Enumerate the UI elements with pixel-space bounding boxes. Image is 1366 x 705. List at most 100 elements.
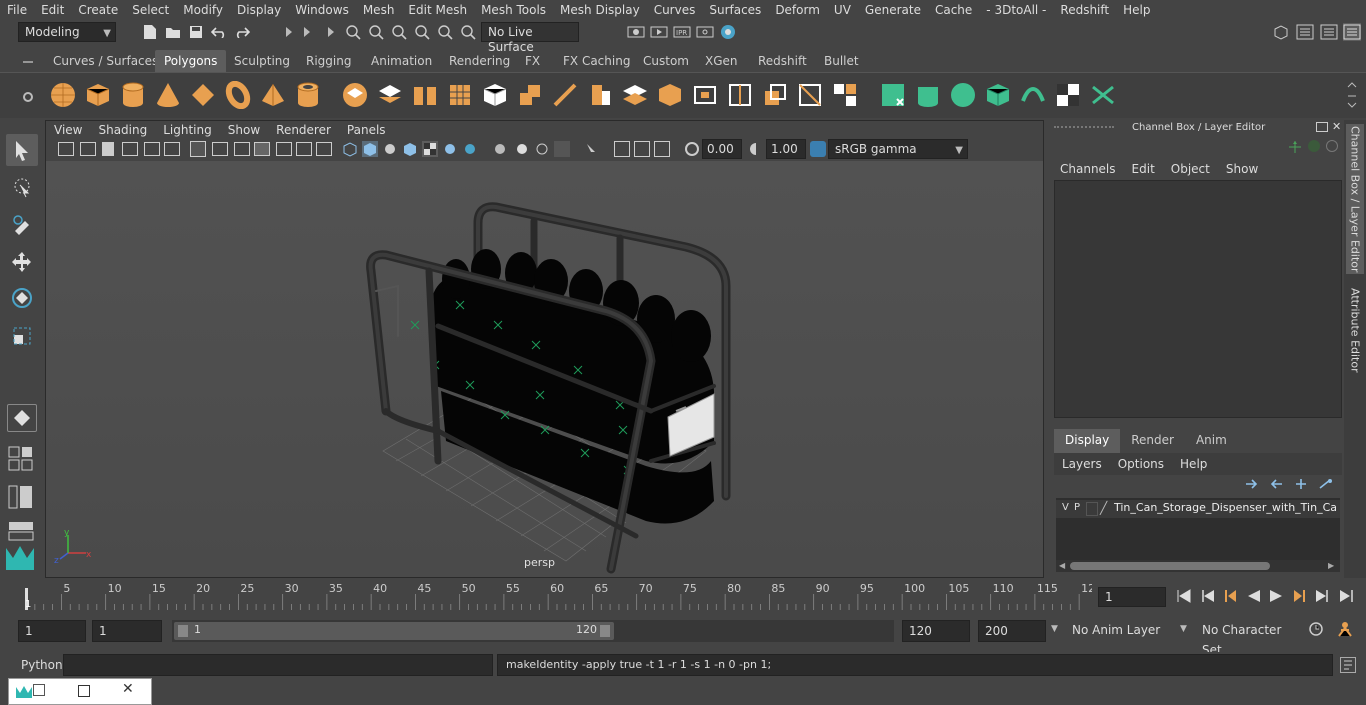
poly-pyramid-icon[interactable] xyxy=(259,81,287,109)
float-panel-icon[interactable] xyxy=(1316,122,1328,132)
uv-editor-icon[interactable] xyxy=(1019,81,1047,109)
snap-curve-icon[interactable] xyxy=(367,23,385,41)
menu-deform[interactable]: Deform xyxy=(768,3,827,17)
side-tab-attribute-editor[interactable]: Attribute Editor xyxy=(1346,280,1364,380)
shelf-tab-rigging[interactable]: Rigging xyxy=(297,50,360,72)
combine-icon[interactable] xyxy=(341,81,369,109)
manipulator-icon[interactable] xyxy=(1288,140,1302,154)
selection-mask-icon[interactable] xyxy=(280,23,298,41)
channel-box-list[interactable] xyxy=(1054,180,1342,418)
shelf-tab-polygons[interactable]: Polygons xyxy=(155,50,227,72)
channel-box-toggle-icon[interactable] xyxy=(1343,23,1361,41)
gamma-field[interactable]: 1.00 xyxy=(766,139,806,159)
open-scene-icon[interactable] xyxy=(164,23,182,41)
menu-redshift[interactable]: Redshift xyxy=(1053,3,1116,17)
ambient-occlusion-icon[interactable] xyxy=(462,141,478,157)
menu-edit[interactable]: Edit xyxy=(34,3,71,17)
snap-point-icon[interactable] xyxy=(390,23,408,41)
poly-plane-icon[interactable] xyxy=(189,81,217,109)
resolution-gate-icon[interactable] xyxy=(234,142,250,156)
layer-name[interactable]: Tin_Can_Storage_Dispenser_with_Tin_Cans xyxy=(1114,501,1338,514)
gate-mask-icon[interactable] xyxy=(254,142,270,156)
camera-select-icon[interactable] xyxy=(58,142,74,156)
viewport-menu-shading[interactable]: Shading xyxy=(90,123,155,137)
motion-blur-icon[interactable] xyxy=(514,141,530,157)
shadows-icon[interactable] xyxy=(442,141,458,157)
merge-icon[interactable] xyxy=(761,81,789,109)
animation-end-field[interactable]: 200 xyxy=(978,620,1046,642)
range-end-grip[interactable] xyxy=(600,625,610,637)
auto-key-icon[interactable] xyxy=(1308,621,1324,637)
smooth-shade-icon[interactable] xyxy=(362,141,378,157)
uv-checker-icon[interactable] xyxy=(1054,81,1082,109)
viewport-menu-panels[interactable]: Panels xyxy=(339,123,394,137)
menu-cache[interactable]: Cache xyxy=(928,3,979,17)
playback-start-field[interactable]: 1 xyxy=(92,620,162,642)
rotate-tool-icon[interactable] xyxy=(6,282,38,314)
insert-edge-loop-icon[interactable] xyxy=(726,81,754,109)
move-layer-down-icon[interactable] xyxy=(1268,478,1284,493)
component-mode-icon[interactable] xyxy=(322,23,340,41)
field-chart-icon[interactable] xyxy=(276,142,292,156)
shelf-tab-xgen[interactable]: XGen xyxy=(696,50,747,72)
automatic-uv-icon[interactable] xyxy=(984,81,1012,109)
layer-playback-toggle[interactable]: P xyxy=(1074,502,1080,513)
safe-title-icon[interactable] xyxy=(316,142,332,156)
shelf-tab-bullet[interactable]: Bullet xyxy=(815,50,868,72)
select-camera-icon[interactable] xyxy=(584,141,600,157)
separate-icon[interactable] xyxy=(376,81,404,109)
default-lighting-icon[interactable] xyxy=(382,141,398,157)
side-tab-channel-box[interactable]: Channel Box / Layer Editor xyxy=(1346,124,1364,274)
step-back-key-icon[interactable] xyxy=(1200,589,1216,606)
viewport-menu-renderer[interactable]: Renderer xyxy=(268,123,339,137)
layer-row[interactable]: V P ╱ Tin_Can_Storage_Dispenser_with_Tin… xyxy=(1056,500,1340,518)
maya-app-icon[interactable] xyxy=(15,684,33,700)
shelf-tab-curves-surfaces[interactable]: Curves / Surfaces xyxy=(44,50,167,72)
scale-tool-icon[interactable] xyxy=(6,320,38,352)
xray-icon[interactable] xyxy=(422,141,438,157)
menu-generate[interactable]: Generate xyxy=(858,3,928,17)
render-view-icon[interactable] xyxy=(627,23,645,41)
menu-mesh-display[interactable]: Mesh Display xyxy=(553,3,647,17)
menu-mesh[interactable]: Mesh xyxy=(356,3,402,17)
append-polygon-icon[interactable] xyxy=(656,81,684,109)
close-icon[interactable]: ✕ xyxy=(122,681,134,697)
grid-toggle-icon[interactable] xyxy=(190,141,206,157)
menu-edit-mesh[interactable]: Edit Mesh xyxy=(401,3,474,17)
character-set-dropdown[interactable]: No Character Set xyxy=(1196,620,1300,657)
target-weld-icon[interactable] xyxy=(796,81,824,109)
wireframe-icon[interactable] xyxy=(342,141,358,157)
script-language-label[interactable]: Python xyxy=(21,658,63,672)
menu-create[interactable]: Create xyxy=(71,3,125,17)
two-sided-lighting-icon[interactable] xyxy=(654,141,670,157)
play-backward-icon[interactable] xyxy=(1246,589,1262,606)
shelf-tab-fx[interactable]: FX xyxy=(516,50,549,72)
hierarchy-mode-icon[interactable] xyxy=(298,23,316,41)
snap-live-icon[interactable] xyxy=(459,23,477,41)
soft-select-icon[interactable] xyxy=(7,404,37,432)
layer-visibility-toggle[interactable]: V xyxy=(1062,502,1069,513)
range-slider-handle[interactable]: 1 120 xyxy=(174,622,614,640)
menu-select[interactable]: Select xyxy=(125,3,176,17)
shelf-menu-icon[interactable] xyxy=(20,54,36,70)
bridge-icon[interactable] xyxy=(621,81,649,109)
live-surface-field[interactable]: No Live Surface xyxy=(481,22,579,54)
layer-list-scrollbar[interactable]: ◀ ▶ xyxy=(1056,560,1340,572)
layer-tab-anim[interactable]: Anim xyxy=(1185,429,1238,453)
viewport-menu-show[interactable]: Show xyxy=(220,123,268,137)
new-empty-layer-icon[interactable] xyxy=(1294,478,1310,493)
color-space-dropdown[interactable]: sRGB gamma ▼ xyxy=(828,139,968,159)
ipr-render-icon[interactable]: IPR xyxy=(673,23,691,41)
color-management-icon[interactable] xyxy=(810,141,826,157)
viewport-menu-lighting[interactable]: Lighting xyxy=(155,123,220,137)
multi-cut-icon[interactable] xyxy=(551,81,579,109)
new-scene-icon[interactable] xyxy=(141,23,159,41)
play-forward-icon[interactable] xyxy=(1268,589,1284,606)
tool-settings-toggle-icon[interactable] xyxy=(1320,23,1338,41)
shelf-tab-rendering[interactable]: Rendering xyxy=(440,50,519,72)
shelf-gear-icon[interactable] xyxy=(20,89,36,105)
poly-cylinder-icon[interactable] xyxy=(119,81,147,109)
menu-mesh-tools[interactable]: Mesh Tools xyxy=(474,3,553,17)
extract-icon[interactable] xyxy=(411,81,439,109)
maximize-icon[interactable] xyxy=(78,685,90,697)
